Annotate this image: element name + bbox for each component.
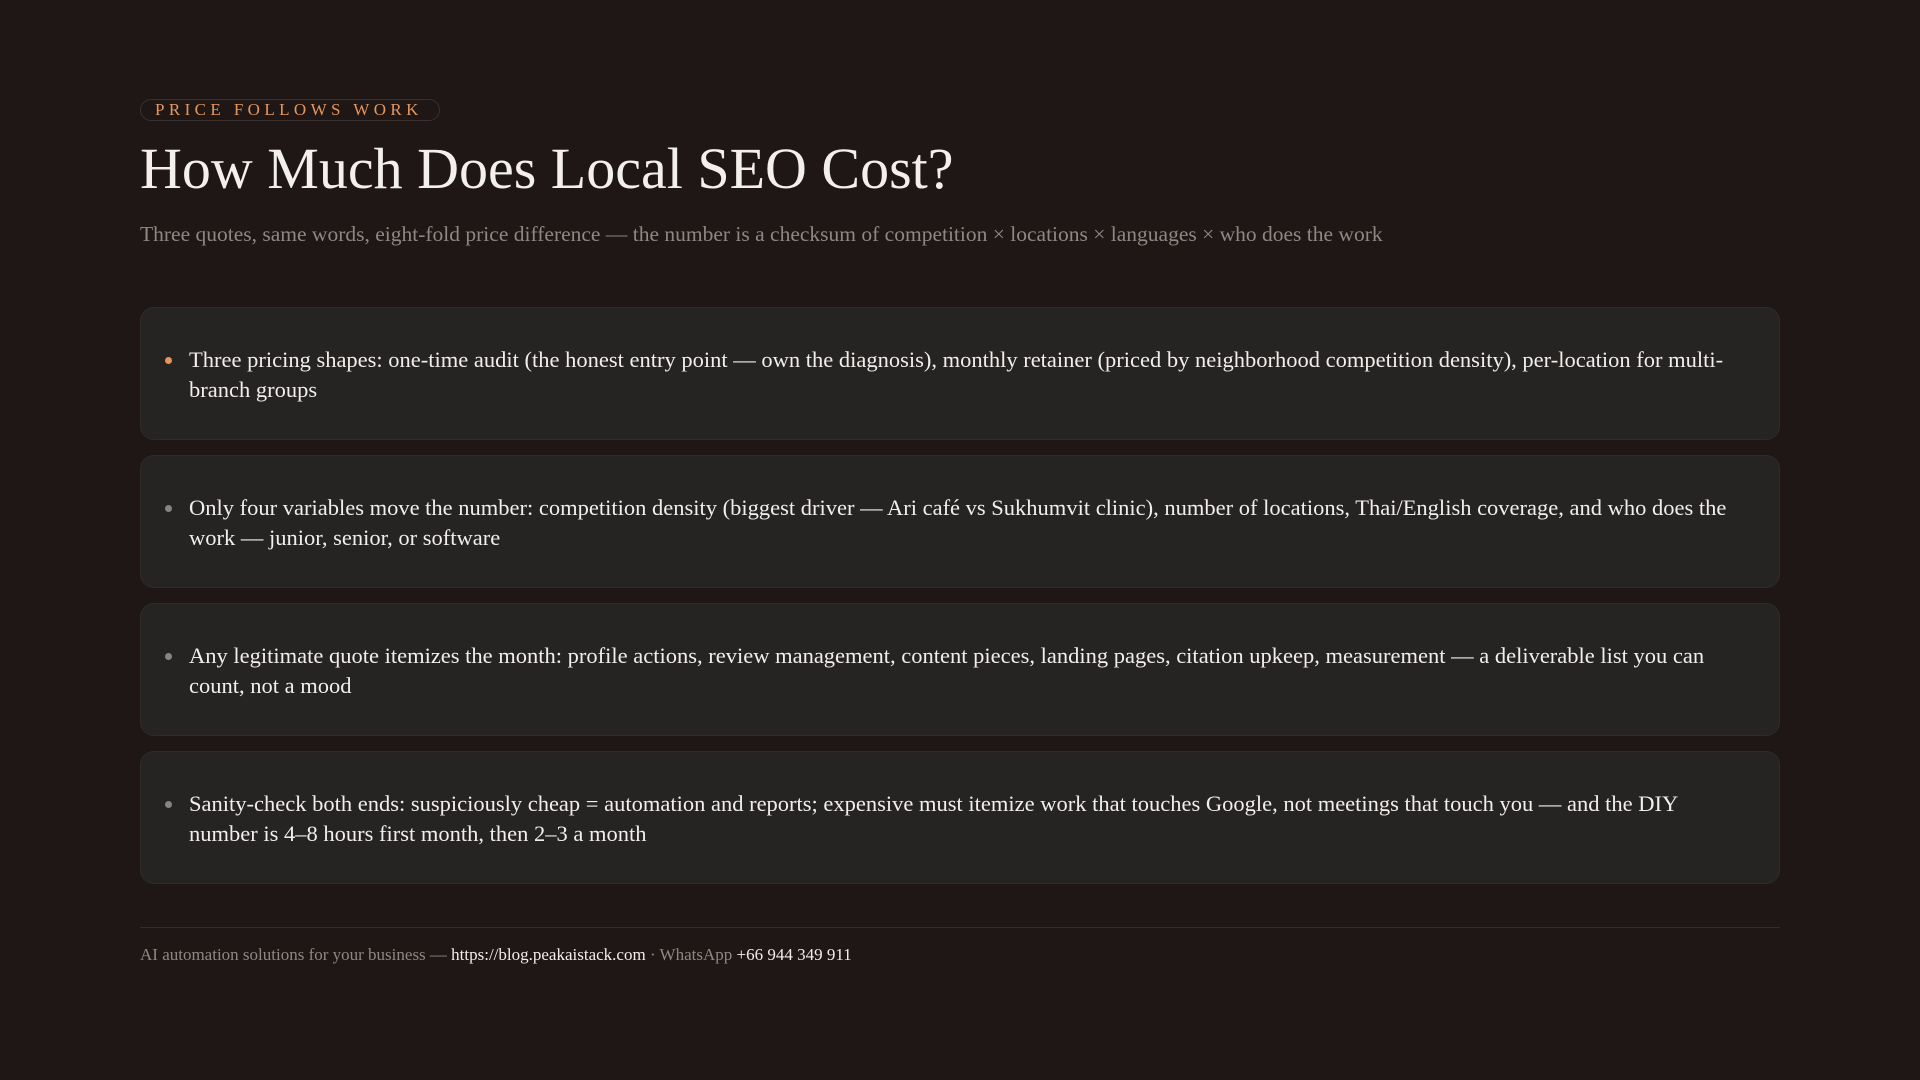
point-card-3: Any legitimate quote itemizes the month:… [140, 602, 1780, 736]
eyebrow-badge: PRICE FOLLOWS WORK [140, 99, 440, 121]
page-subtitle: Three quotes, same words, eight-fold pri… [140, 221, 1383, 246]
point-text: Any legitimate quote itemizes the month:… [189, 642, 1705, 698]
page-title: How Much Does Local SEO Cost? [140, 136, 954, 201]
point-card-4: Sanity-check both ends: suspiciously che… [140, 750, 1780, 884]
footer: AI automation solutions for your busines… [140, 945, 1780, 965]
points-list: Three pricing shapes: one-time audit (th… [140, 306, 1780, 884]
footer-separator: · WhatsApp [645, 944, 737, 964]
bullet-dot-icon [165, 800, 172, 808]
footer-url-link[interactable]: https://blog.peakaistack.com [451, 945, 646, 964]
slide: PRICE FOLLOWS WORK How Much Does Local S… [0, 0, 1920, 1080]
point-card-1: Three pricing shapes: one-time audit (th… [140, 306, 1780, 440]
footer-divider [140, 926, 1780, 928]
point-text: Only four variables move the number: com… [189, 494, 1727, 550]
point-text: Three pricing shapes: one-time audit (th… [189, 346, 1724, 402]
bullet-dot-icon [165, 356, 172, 364]
point-card-2: Only four variables move the number: com… [140, 454, 1780, 588]
bullet-dot-icon [165, 504, 172, 512]
footer-tagline: AI automation solutions for your busines… [140, 944, 452, 964]
bullet-dot-icon [165, 652, 172, 660]
footer-phone: +66 944 349 911 [736, 944, 852, 964]
point-text: Sanity-check both ends: suspiciously che… [189, 790, 1678, 846]
